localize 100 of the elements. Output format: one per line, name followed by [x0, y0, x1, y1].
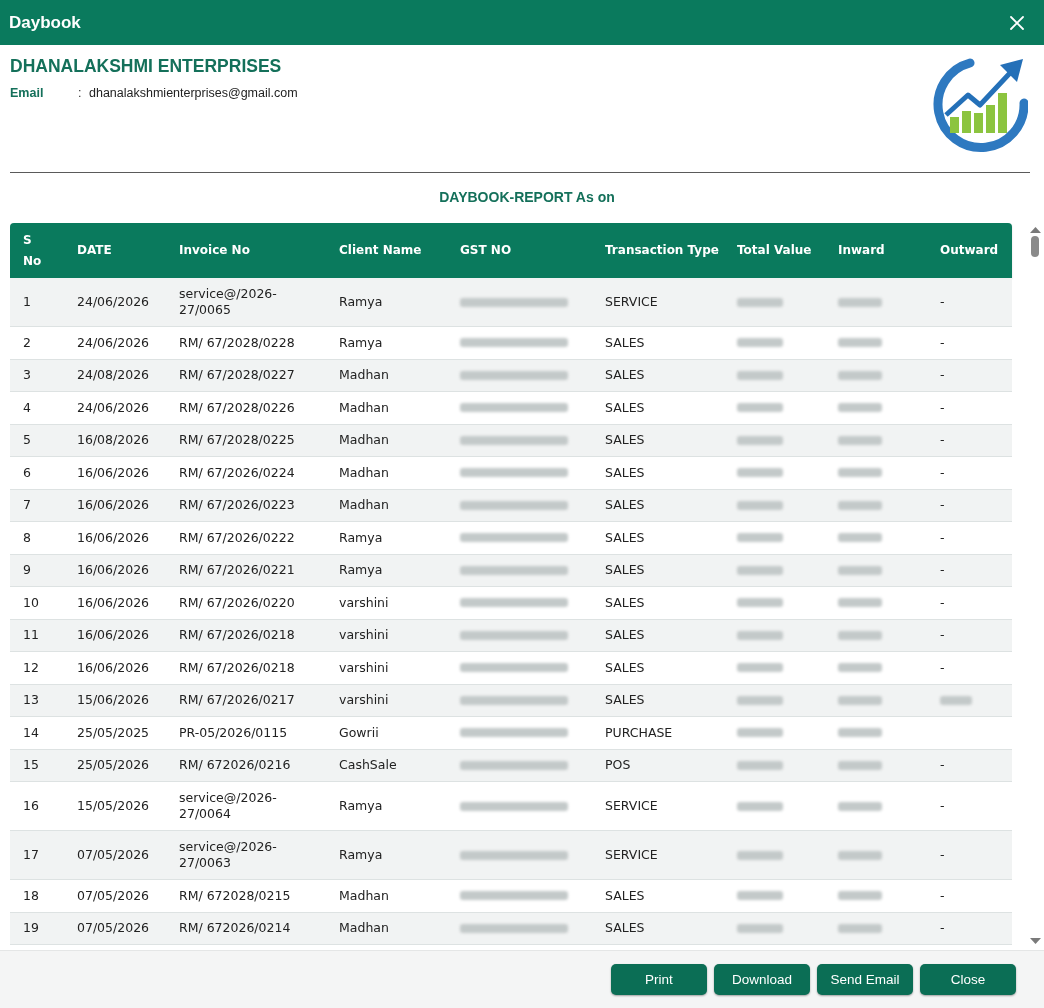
blurred-value — [838, 850, 882, 860]
table-cell-text: 10 — [22, 593, 40, 612]
table-cell-text: Ramya — [338, 796, 384, 815]
blurred-value — [838, 370, 882, 380]
column-header: Invoice No — [178, 242, 251, 259]
blurred-value — [838, 403, 882, 413]
blurred-value — [737, 850, 783, 860]
table-cell-text: 4 — [22, 398, 32, 417]
blurred-value — [737, 801, 783, 811]
blurred-value — [737, 370, 783, 380]
table-cell-text: Madhan — [338, 496, 390, 514]
table-cell-text: 11 — [22, 626, 40, 644]
table-cell-text: POS — [604, 756, 632, 774]
blurred-value — [838, 663, 882, 673]
table-cell-text: 3 — [22, 366, 32, 384]
table-cell-text: RM/ 67/2026/0217 — [178, 691, 296, 709]
table-cell-text: Ramya — [338, 561, 384, 579]
table-cell-text: - — [939, 919, 946, 937]
company-name: DHANALAKSHMI ENTERPRISES — [10, 56, 283, 77]
action-button[interactable]: Send Email — [817, 964, 913, 995]
table-cell-text: Madhan — [338, 398, 390, 417]
scroll-down-icon[interactable] — [1029, 938, 1041, 944]
table-cell-text: RM/ 67/2028/0225 — [178, 431, 296, 449]
table-cell-text: SALES — [604, 561, 646, 579]
table-cell-text: 8 — [22, 528, 32, 547]
table-cell-text: SERVICE — [604, 845, 659, 864]
action-button[interactable]: Print — [611, 964, 707, 995]
table-cell-text: Ramya — [338, 528, 384, 547]
column-header: GST NO — [459, 242, 513, 259]
table-cell-text: SALES — [604, 626, 646, 644]
table-cell-text: SALES — [604, 398, 646, 417]
table-cell-text: Madhan — [338, 919, 390, 937]
table-cell-text: Madhan — [338, 431, 390, 449]
table-cell-text: 16/06/2026 — [76, 593, 151, 612]
table-cell-text: SERVICE — [604, 292, 659, 311]
table-cell-text: RM/ 67/2026/0223 — [178, 496, 296, 514]
table-cell-text: 19 — [22, 919, 40, 937]
table-cell-text: PURCHASE — [604, 723, 674, 742]
blurred-value — [737, 923, 783, 933]
action-button[interactable]: Close — [920, 964, 1016, 995]
table-cell-text: 16 — [22, 796, 40, 815]
table-cell-text: 25/05/2025 — [76, 723, 151, 742]
table-cell-text: 16/06/2026 — [76, 626, 151, 644]
table-cell-text: 07/05/2026 — [76, 886, 151, 905]
blurred-value — [737, 728, 783, 738]
blurred-value — [737, 598, 783, 608]
email-separator: : — [78, 86, 83, 100]
table-cell-text: 16/06/2026 — [76, 658, 151, 677]
table-cell-text: 16/06/2026 — [76, 561, 151, 579]
table-cell-text: 2 — [22, 333, 32, 352]
blurred-value — [838, 801, 882, 811]
scrollbar-thumb[interactable] — [1031, 236, 1039, 257]
table-cell-text: SALES — [604, 691, 646, 709]
table-cell-text: 15/06/2026 — [76, 691, 151, 709]
table-cell-text: SALES — [604, 366, 646, 384]
table-cell-text: SALES — [604, 528, 646, 547]
table-cell-text: 07/05/2026 — [76, 919, 151, 937]
table-cell-text: service@/2026-27/0064 — [178, 788, 278, 823]
blurred-value — [737, 663, 783, 673]
blurred-value — [838, 891, 882, 901]
email-label: Email — [10, 86, 45, 100]
blurred-value — [737, 403, 783, 413]
blurred-value — [737, 468, 783, 478]
table-cell-text: 15 — [22, 756, 40, 774]
blurred-value — [737, 500, 783, 510]
blurred-value — [838, 435, 882, 445]
table-cell-text: - — [939, 593, 946, 612]
blurred-value — [838, 565, 882, 575]
table-cell-text: 24/08/2026 — [76, 366, 151, 384]
table-cell-text: 24/06/2026 — [76, 333, 151, 352]
table-cell-text: - — [939, 366, 946, 384]
table-cell-text: RM/ 67/2028/0228 — [178, 333, 296, 352]
table-cell-text: varshini — [338, 626, 390, 644]
scroll-up-icon[interactable] — [1029, 227, 1041, 233]
blurred-value — [838, 468, 882, 478]
action-button[interactable]: Download — [714, 964, 810, 995]
table-cell-text: Gowrii — [338, 723, 380, 742]
blurred-value — [838, 500, 882, 510]
table-cell-text: 13 — [22, 691, 40, 709]
column-header: S No — [22, 231, 43, 270]
table-cell-text: - — [939, 463, 946, 482]
blurred-value — [737, 630, 783, 640]
blurred-value — [737, 891, 783, 901]
table-cell-text: SALES — [604, 431, 646, 449]
table-cell-text: SALES — [604, 919, 646, 937]
table-cell-text: 15/05/2026 — [76, 796, 151, 815]
column-header: Outward — [939, 242, 1000, 259]
report-title: DAYBOOK-REPORT As on — [439, 188, 615, 206]
blurred-value — [737, 695, 783, 705]
table-cell-text: service@/2026-27/0063 — [178, 837, 278, 872]
blurred-value — [838, 923, 882, 933]
table-cell-text: varshini — [338, 593, 390, 612]
table-cell-text: RM/ 67/2028/0226 — [178, 398, 296, 417]
blurred-value — [838, 695, 882, 705]
column-header: Inward — [837, 242, 886, 259]
table-cell-text: 24/06/2026 — [76, 398, 151, 417]
table-cell-text: SALES — [604, 333, 646, 352]
table-cell-text: 18 — [22, 886, 40, 905]
table-cell-text: 16/08/2026 — [76, 431, 151, 449]
blurred-value — [737, 338, 783, 348]
